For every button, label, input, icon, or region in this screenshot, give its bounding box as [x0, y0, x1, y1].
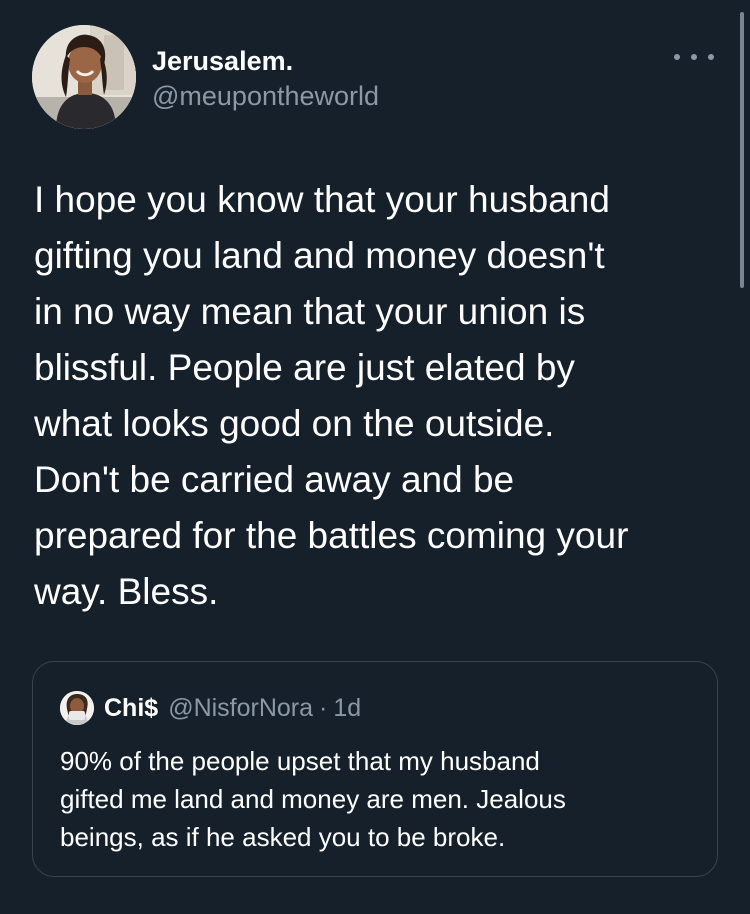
tweet-text-line: way. Bless.	[34, 571, 219, 612]
more-dot	[708, 54, 714, 60]
tweet-text-line: Don't be carried away and be	[34, 459, 515, 500]
quoted-display-name[interactable]: Chi$	[104, 694, 158, 723]
tweet-text: I hope you know that your husband giftin…	[34, 172, 724, 620]
quoted-timestamp[interactable]: 1d	[333, 694, 361, 723]
tweet-text-line: in no way mean that your union is	[34, 291, 586, 332]
tweet-text-line: what looks good on the outside.	[34, 403, 555, 444]
quoted-tweet[interactable]: Chi$ @NisforNora · 1d 90% of the people …	[32, 661, 718, 877]
quoted-tweet-header: Chi$ @NisforNora · 1d	[60, 691, 361, 725]
author-names: Jerusalem. @meupontheworld	[152, 45, 379, 115]
tweet-text-line: blissful. People are just elated by	[34, 347, 575, 388]
quoted-avatar-image	[60, 691, 94, 725]
quoted-tweet-text: 90% of the people upset that my husband …	[60, 742, 700, 856]
more-dot	[691, 54, 697, 60]
tweet-text-line: gifting you land and money doesn't	[34, 235, 605, 276]
tweet-header: Jerusalem. @meupontheworld	[32, 25, 722, 129]
quoted-handle[interactable]: @NisforNora	[168, 694, 313, 723]
quoted-text-line: gifted me land and money are men. Jealou…	[60, 784, 566, 814]
more-horizontal-icon[interactable]	[674, 47, 714, 67]
scrollbar[interactable]	[740, 12, 744, 288]
author-handle[interactable]: @meupontheworld	[152, 77, 379, 115]
tweet-text-line: prepared for the battles coming your	[34, 515, 629, 556]
avatar-image	[32, 25, 136, 129]
tweet-text-line: I hope you know that your husband	[34, 179, 610, 220]
quoted-text-line: beings, as if he asked you to be broke.	[60, 822, 506, 852]
tweet: Jerusalem. @meupontheworld I hope you kn…	[0, 0, 750, 914]
quoted-text-line: 90% of the people upset that my husband	[60, 746, 540, 776]
quoted-avatar[interactable]	[60, 691, 94, 725]
more-dot	[674, 54, 680, 60]
quoted-separator: ·	[319, 693, 328, 722]
avatar[interactable]	[32, 25, 136, 129]
author-display-name[interactable]: Jerusalem.	[152, 45, 379, 77]
